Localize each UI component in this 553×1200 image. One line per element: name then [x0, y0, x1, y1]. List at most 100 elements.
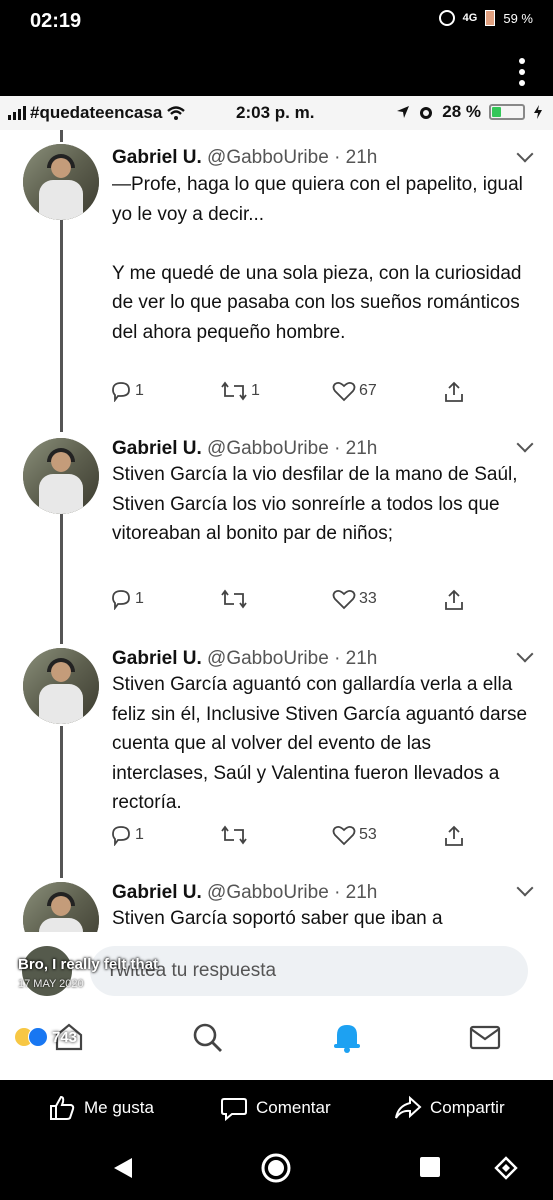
tweet-time: · 21h	[334, 648, 378, 669]
like-count: 33	[359, 590, 377, 607]
reply-button[interactable]: 1	[110, 588, 144, 610]
alarm-icon	[438, 10, 455, 26]
share-button[interactable]	[442, 380, 466, 404]
ios-battery-percent: 28 %	[442, 102, 481, 121]
tab-search[interactable]	[190, 1020, 224, 1059]
overlay-comment: Bro, I really felt that	[18, 956, 159, 973]
reply-icon	[112, 826, 130, 846]
like-count: 67	[359, 382, 377, 399]
retweet-icon	[221, 589, 247, 609]
reply-button[interactable]: 1	[110, 824, 144, 846]
rotate-button[interactable]	[494, 1156, 518, 1185]
twitter-tab-bar	[0, 1020, 553, 1060]
comment-icon	[221, 1098, 247, 1122]
retweet-button[interactable]	[220, 824, 248, 846]
wifi-icon	[167, 106, 186, 120]
tweet[interactable]: Gabriel U. @GabboUribe · 21h Stiven Garc…	[0, 636, 553, 872]
author-handle[interactable]: @GabboUribe	[207, 147, 329, 168]
tweet[interactable]: Gabriel U. @GabboUribe · 21h Stiven Garc…	[0, 426, 553, 634]
android-status-icons: 4G 59 %	[438, 10, 533, 26]
avatar[interactable]	[23, 648, 99, 724]
tab-messages[interactable]	[468, 1020, 502, 1059]
author-name[interactable]: Gabriel U.	[112, 882, 202, 903]
carrier-name: #quedateencasa	[30, 103, 163, 122]
home-circle-icon	[261, 1153, 291, 1183]
share-label: Compartir	[430, 1098, 505, 1117]
author-name[interactable]: Gabriel U.	[112, 648, 202, 669]
network-indicator: 4G	[462, 12, 478, 24]
facebook-action-bar: Me gusta Comentar Compartir	[0, 1080, 553, 1134]
retweet-button[interactable]: 1	[220, 380, 260, 402]
heart-icon	[332, 825, 356, 846]
author-handle[interactable]: @GabboUribe	[207, 438, 329, 459]
reply-and-tab-bar: Twittea tu respuesta Bro, I really felt …	[0, 932, 553, 1080]
author-name[interactable]: Gabriel U.	[112, 438, 202, 459]
rotate-icon	[494, 1156, 518, 1180]
mail-icon	[469, 1025, 501, 1050]
author-name[interactable]: Gabriel U.	[112, 147, 202, 168]
reply-count: 1	[135, 382, 144, 399]
avatar[interactable]	[23, 144, 99, 220]
share-button[interactable]: Compartir	[394, 1094, 505, 1122]
like-count: 53	[359, 826, 377, 843]
chevron-down-icon[interactable]	[516, 435, 534, 453]
heart-icon	[332, 589, 356, 610]
share-arrow-icon	[395, 1095, 422, 1119]
reaction-summary[interactable]: 743	[14, 1027, 77, 1047]
tweet-time: · 21h	[334, 438, 378, 459]
battery-percent: 59 %	[503, 10, 533, 26]
android-clock: 02:19	[30, 10, 82, 32]
chevron-down-icon[interactable]	[516, 879, 534, 897]
tweet-time: · 21h	[334, 147, 378, 168]
tab-notifications[interactable]	[330, 1020, 364, 1059]
location-icon	[397, 106, 410, 118]
tweet[interactable]: Gabriel U. @GabboUribe · 21h —Profe, hag…	[0, 130, 553, 430]
share-button[interactable]	[442, 824, 466, 848]
bell-icon	[334, 1025, 360, 1053]
tweet-text: Stiven García la vio desfilar de la mano…	[112, 464, 518, 544]
charging-icon	[534, 105, 542, 119]
share-icon	[445, 589, 463, 610]
ios-clock: 2:03 p. m.	[236, 103, 315, 122]
battery-icon	[485, 10, 496, 26]
reply-button[interactable]: 1	[110, 380, 144, 402]
ios-status-icons: 28 %	[396, 102, 543, 122]
signal-icon	[8, 106, 26, 120]
comment-label: Comentar	[256, 1098, 331, 1117]
tweet-text: Stiven García aguantó con gallardía verl…	[112, 674, 528, 813]
like-button[interactable]: 67	[332, 380, 377, 402]
avatar[interactable]	[23, 438, 99, 514]
tweet-actions: 1 33	[110, 588, 530, 612]
recents-button[interactable]	[419, 1156, 441, 1183]
tweet-screenshot: #quedateencasa 2:03 p. m. 28 % Gabriel U…	[0, 96, 553, 1080]
chevron-down-icon[interactable]	[516, 145, 534, 163]
tweet-header: Gabriel U. @GabboUribe · 21h	[112, 882, 377, 904]
like-button[interactable]: Me gusta	[48, 1094, 154, 1122]
ios-carrier: #quedateencasa	[8, 103, 186, 123]
retweet-button[interactable]	[220, 588, 248, 610]
retweet-icon	[221, 381, 247, 401]
retweet-icon	[221, 825, 247, 845]
comment-button[interactable]: Comentar	[220, 1094, 331, 1122]
like-button[interactable]: 33	[332, 588, 377, 610]
chevron-down-icon[interactable]	[516, 645, 534, 663]
share-icon	[445, 825, 463, 846]
retweet-count: 1	[251, 382, 260, 399]
overflow-menu-icon[interactable]	[519, 58, 525, 86]
android-status-bar: 02:19 4G 59 %	[0, 0, 553, 48]
tweet-time: · 21h	[334, 882, 378, 903]
share-button[interactable]	[442, 588, 466, 612]
tweet-header: Gabriel U. @GabboUribe · 21h	[112, 648, 377, 670]
heart-icon	[332, 381, 356, 402]
author-handle[interactable]: @GabboUribe	[207, 882, 329, 903]
battery-icon	[489, 104, 525, 120]
author-handle[interactable]: @GabboUribe	[207, 648, 329, 669]
tweet-header: Gabriel U. @GabboUribe · 21h	[112, 438, 377, 460]
back-button[interactable]	[112, 1156, 134, 1185]
tweet-header: Gabriel U. @GabboUribe · 21h	[112, 147, 377, 169]
reply-count: 1	[135, 590, 144, 607]
home-button[interactable]	[260, 1152, 292, 1189]
like-button[interactable]: 53	[332, 824, 377, 846]
reply-count: 1	[135, 826, 144, 843]
share-icon	[445, 381, 463, 402]
